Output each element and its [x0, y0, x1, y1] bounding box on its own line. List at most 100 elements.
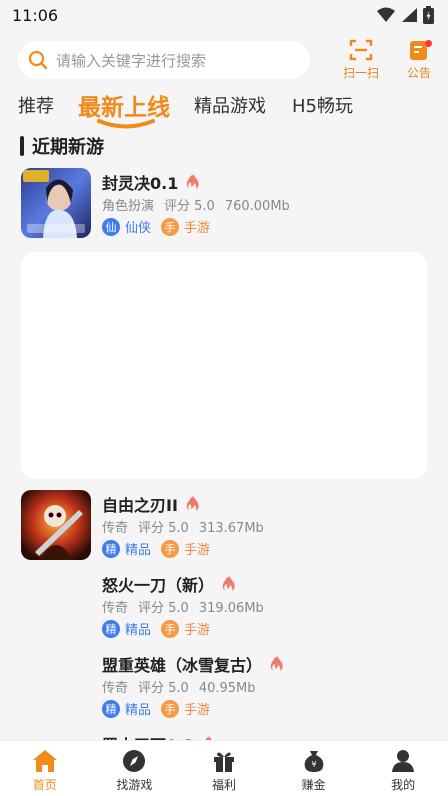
- platform-badge-icon: 手: [161, 539, 180, 558]
- notice-badge-dot: [425, 40, 432, 47]
- genre-tag: 仙仙侠: [102, 217, 151, 236]
- quality-badge-icon: 精: [102, 539, 120, 558]
- game-list-item[interactable]: 自由之刃II 传奇 评分 5.0 313.67Mb 精精品 手手游: [0, 490, 448, 566]
- platform-tag-label: 手游: [184, 623, 211, 638]
- genre-badge-icon: 仙: [102, 217, 120, 236]
- top-bar: 请输入关键字进行搜索 扫一扫 公告: [0, 38, 448, 82]
- platform-tag-label: 手游: [184, 543, 211, 558]
- game-tags: 精精品 手手游: [102, 619, 220, 638]
- platform-badge-icon: 手: [161, 217, 180, 236]
- nav-mine[interactable]: 我的: [358, 741, 448, 796]
- game-icon: [21, 490, 91, 560]
- game-score: 评分 5.0: [138, 601, 189, 616]
- platform-tag-label: 手游: [184, 703, 211, 718]
- platform-tag: 手手游: [161, 699, 210, 718]
- tab-premium-games[interactable]: 精品游戏: [194, 92, 266, 118]
- section-title: 近期新游: [32, 137, 104, 158]
- svg-text:¥: ¥: [311, 760, 316, 769]
- cell-signal-icon: [402, 8, 417, 22]
- game-list-item[interactable]: 怒火一刀（新） 传奇 评分 5.0 319.06Mb 精精品 手手游: [0, 570, 448, 646]
- nav-earn[interactable]: ¥ 赚金: [269, 741, 359, 796]
- quality-tag-label: 精品: [125, 623, 152, 638]
- game-icon: [21, 168, 91, 238]
- platform-tag: 手手游: [161, 619, 210, 638]
- platform-badge-icon: 手: [161, 619, 180, 638]
- game-score: 评分 5.0: [138, 681, 189, 696]
- battery-icon: [423, 6, 434, 24]
- scan-icon: [349, 39, 373, 61]
- game-name: 自由之刃II: [102, 492, 200, 516]
- game-name-text: 封灵决0.1: [102, 174, 179, 193]
- game-tags: 仙仙侠 手手游: [102, 217, 220, 236]
- quality-badge-icon: 精: [102, 619, 120, 638]
- search-input[interactable]: 请输入关键字进行搜索: [18, 41, 310, 79]
- user-icon: [392, 750, 415, 772]
- compass-icon: [123, 750, 146, 772]
- game-meta: 传奇 评分 5.0 40.95Mb: [102, 677, 266, 696]
- game-size: 319.06Mb: [198, 601, 264, 616]
- tab-recommend[interactable]: 推荐: [18, 92, 54, 118]
- section-header: 近期新游: [20, 134, 104, 158]
- game-category: 传奇: [102, 521, 129, 536]
- game-list-item[interactable]: 封灵决0.1 角色扮演 评分 5.0 760.00Mb 仙仙侠 手手游: [0, 168, 448, 244]
- game-name-text: 盟重英雄（冰雪复古）: [102, 656, 263, 675]
- nav-home[interactable]: 首页: [0, 741, 90, 796]
- hot-flame-icon: [222, 576, 235, 591]
- game-size: 760.00Mb: [224, 199, 290, 214]
- notice-button[interactable]: 公告: [396, 38, 442, 82]
- nav-welfare[interactable]: 福利: [179, 741, 269, 796]
- status-icons: [377, 6, 434, 24]
- game-meta: 传奇 评分 5.0 313.67Mb: [102, 517, 274, 536]
- status-bar: 11:06: [0, 0, 448, 30]
- bottom-nav: 首页 找游戏 福利 ¥ 赚金 我的: [0, 740, 448, 796]
- category-tabs: 推荐 最新上线 精品游戏 H5畅玩: [0, 86, 448, 130]
- game-size: 313.67Mb: [198, 521, 264, 536]
- search-icon: [28, 50, 48, 70]
- game-name: 怒火一刀（新）: [102, 572, 236, 596]
- genre-tag-label: 仙侠: [125, 221, 152, 236]
- game-score: 评分 5.0: [164, 199, 215, 214]
- platform-tag-label: 手游: [184, 221, 211, 236]
- game-category: 角色扮演: [102, 199, 155, 214]
- nav-mine-label: 我的: [391, 778, 416, 792]
- section-marker: [20, 136, 24, 156]
- game-category: 传奇: [102, 681, 129, 696]
- quality-tag: 精精品: [102, 539, 151, 558]
- quality-tag: 精精品: [102, 619, 151, 638]
- nav-find-games[interactable]: 找游戏: [90, 741, 180, 796]
- notice-label: 公告: [406, 66, 431, 80]
- game-list-item[interactable]: 盟重英雄（冰雪复古） 传奇 评分 5.0 40.95Mb 精精品 手手游: [0, 650, 448, 726]
- quality-badge-icon: 精: [102, 699, 120, 718]
- tab-active-indicator: [97, 119, 155, 129]
- tab-h5-play[interactable]: H5畅玩: [292, 92, 353, 118]
- quality-tag-label: 精品: [125, 703, 152, 718]
- game-category: 传奇: [102, 601, 129, 616]
- game-tags: 精精品 手手游: [102, 699, 220, 718]
- nav-earn-label: 赚金: [301, 778, 326, 792]
- gift-icon: [213, 752, 234, 772]
- hot-flame-icon: [270, 656, 283, 671]
- banner-card[interactable]: [21, 252, 427, 479]
- home-icon: [32, 750, 57, 772]
- quality-tag: 精精品: [102, 699, 151, 718]
- tab-new-release[interactable]: 最新上线: [78, 88, 170, 122]
- scan-button[interactable]: 扫一扫: [338, 38, 384, 82]
- money-bag-icon: ¥: [304, 751, 323, 772]
- nav-welfare-label: 福利: [211, 778, 236, 792]
- game-meta: 角色扮演 评分 5.0 760.00Mb: [102, 195, 300, 214]
- platform-tag: 手手游: [161, 539, 210, 558]
- game-meta: 传奇 评分 5.0 319.06Mb: [102, 597, 274, 616]
- search-placeholder: 请输入关键字进行搜索: [56, 51, 207, 70]
- nav-find-games-label: 找游戏: [116, 778, 153, 792]
- platform-badge-icon: 手: [161, 699, 180, 718]
- game-name-text: 自由之刃II: [102, 496, 178, 515]
- platform-tag: 手手游: [161, 217, 210, 236]
- nav-home-label: 首页: [32, 778, 57, 792]
- game-tags: 精精品 手手游: [102, 539, 220, 558]
- hot-flame-icon: [187, 174, 200, 189]
- game-size: 40.95Mb: [198, 681, 256, 696]
- game-name-text: 怒火一刀（新）: [102, 576, 215, 595]
- game-name: 盟重英雄（冰雪复古）: [102, 652, 284, 676]
- hot-flame-icon: [186, 496, 199, 511]
- wifi-icon: [377, 7, 395, 22]
